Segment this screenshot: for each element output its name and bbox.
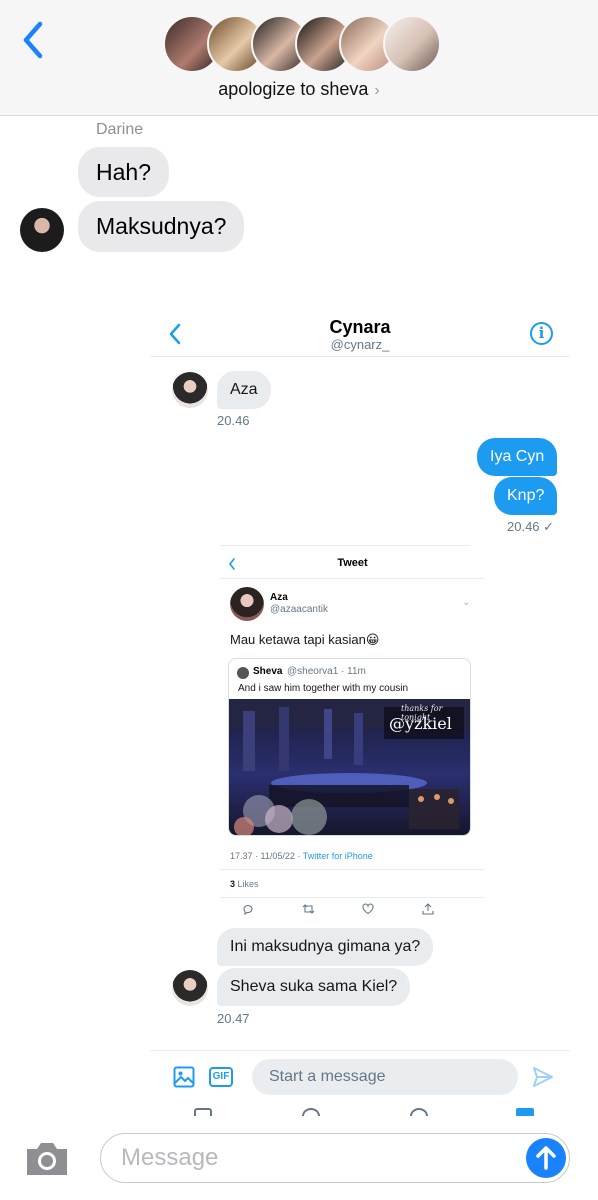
quoted-author-avatar <box>237 667 249 679</box>
dm-message-text: Ini maksudnya gimana ya? <box>230 938 421 955</box>
dm-message-bubble: Sheva suka sama Kiel? <box>217 968 411 1006</box>
quoted-author-handle: @sheorva1 · 11m <box>287 666 366 677</box>
dm-timestamp: 20.46 <box>217 413 250 428</box>
divider <box>220 897 485 898</box>
sender-name: Darine <box>96 121 144 138</box>
shared-screenshot[interactable]: Cynara @cynarz_ i Aza 20.46 Iya Cyn Knp?… <box>150 300 570 1116</box>
tweet-author-avatar <box>230 587 264 621</box>
tweet-time: 17.37 · 11/05/22 · <box>230 851 303 861</box>
tweet-author-name: Aza <box>270 592 288 603</box>
camera-button[interactable] <box>24 1140 70 1183</box>
tweet-text: Mau ketawa tapi kasian😀 <box>230 632 380 647</box>
dm-contact-handle: @cynarz_ <box>330 337 390 352</box>
dm-message-bubble: Knp? <box>494 477 558 515</box>
tweet-author-handle: @azaacantik <box>270 604 328 615</box>
group-avatars[interactable] <box>163 15 441 75</box>
likes-label: Likes <box>235 879 259 889</box>
dm-contact-name: Cynara <box>329 317 391 337</box>
dm-message-text: Knp? <box>507 487 545 504</box>
message-input-bar: Message <box>0 1118 598 1200</box>
tab-bar <box>150 1108 570 1116</box>
dm-message-text: Sheva suka sama Kiel? <box>230 978 398 995</box>
group-title[interactable]: apologize to sheva › <box>0 79 598 100</box>
retweet-icon <box>302 903 315 918</box>
messages-icon <box>516 1108 534 1116</box>
divider <box>220 545 470 546</box>
info-icon: i <box>530 322 553 345</box>
tweet-actions <box>230 903 470 919</box>
divider <box>150 356 570 357</box>
quoted-tweet: Sheva @sheorva1 · 11m And i saw him toge… <box>228 658 471 836</box>
shared-tweet: Tweet Aza @azaacantik ⌄ Mau ketawa tapi … <box>220 545 485 925</box>
quoted-tweet-photo: thanks for tonight @yzkiel <box>229 699 470 835</box>
dm-timestamp: 20.46 ✓ <box>507 519 555 534</box>
dm-message-text: Aza <box>230 381 258 398</box>
dm-avatar <box>172 970 208 1006</box>
search-icon <box>302 1108 320 1116</box>
dm-message-text: Iya Cyn <box>490 448 545 465</box>
chevron-right-icon: › <box>374 82 380 99</box>
photo-caption: @yzkiel <box>389 714 452 733</box>
dm-avatar <box>172 372 208 408</box>
divider <box>150 1050 570 1051</box>
chevron-left-icon <box>23 21 43 59</box>
message-text: Hah? <box>96 158 151 185</box>
message-input[interactable]: Message <box>100 1133 570 1183</box>
conversation-header: apologize to sheva › <box>0 0 598 116</box>
send-button[interactable] <box>526 1138 566 1178</box>
dm-message-bubble: Iya Cyn <box>477 438 558 476</box>
quoted-author-name: Sheva <box>253 666 283 677</box>
tweet-likes: 3 Likes <box>230 879 259 889</box>
image-icon <box>173 1066 195 1093</box>
send-icon <box>532 1066 554 1093</box>
dm-composer-input: Start a message <box>252 1059 518 1095</box>
message-text: Maksudnya? <box>96 213 227 239</box>
reply-icon <box>242 903 254 918</box>
group-name: apologize to sheva <box>218 79 369 99</box>
arrow-up-icon <box>536 1146 556 1170</box>
tweet-meta: 17.37 · 11/05/22 · Twitter for iPhone <box>230 851 373 861</box>
heart-icon <box>362 903 374 918</box>
dm-message-bubble: Aza <box>217 371 271 409</box>
tweet-header-title: Tweet <box>337 557 368 569</box>
notifications-icon <box>410 1108 428 1116</box>
dm-timestamp: 20.47 <box>217 1011 250 1026</box>
quoted-tweet-text: And i saw him together with my cousin <box>238 683 409 694</box>
message-bubble[interactable]: Hah? <box>78 147 169 197</box>
chevron-down-icon: ⌄ <box>462 597 471 608</box>
home-icon <box>194 1108 212 1116</box>
divider <box>220 578 485 579</box>
tweet-source: Twitter for iPhone <box>302 851 373 861</box>
gif-icon: GIF <box>209 1067 233 1087</box>
message-bubble[interactable]: Maksudnya? <box>78 201 245 252</box>
sender-avatar[interactable] <box>20 208 64 252</box>
dm-message-bubble: Ini maksudnya gimana ya? <box>217 928 434 966</box>
camera-icon <box>27 1143 67 1175</box>
member-avatar-6 <box>383 15 441 73</box>
share-icon <box>422 903 434 918</box>
divider <box>220 869 485 870</box>
back-button[interactable] <box>18 20 48 60</box>
